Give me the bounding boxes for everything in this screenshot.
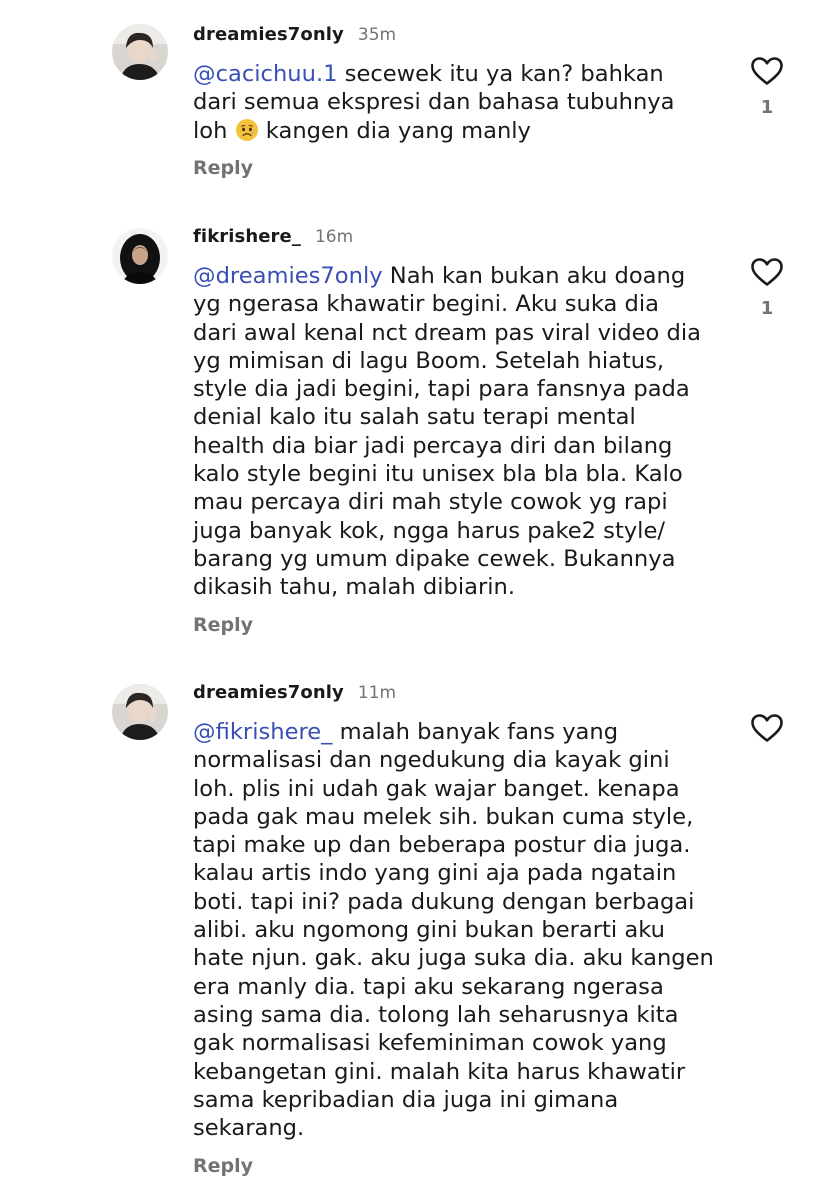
heart-outline-icon (751, 714, 783, 742)
comment-line: hate njun. gak. aku juga suka dia. aku k… (193, 945, 714, 972)
comment-line: sama kepribadian dia juga ini gimana (193, 1086, 619, 1113)
comment-text: @fikrishere_ malah banyak fans yang norm… (193, 718, 733, 1142)
avatar-photo-icon (112, 684, 168, 740)
comment-item: dreamies7only 11m @fikrishere_ malah ban… (0, 0, 824, 1199)
comment-line: tapi make up dan beberapa postur dia jug… (193, 832, 691, 859)
timestamp: 11m (357, 683, 397, 703)
comment-line: asing sama dia. tolong lah seharusnya ki… (193, 1001, 679, 1028)
comment-line: kebangetan gini. malah kita harus khawat… (193, 1058, 686, 1085)
comment-header: dreamies7only 11m (193, 682, 396, 706)
comment-line: malah banyak fans yang (332, 719, 619, 745)
comment-line: pada gak mau melek sih. bukan cuma style… (193, 803, 694, 830)
reply-button[interactable]: Reply (193, 1155, 253, 1177)
comment-line: alibi. aku ngomong gini bukan berarti ak… (193, 917, 665, 944)
comment-line: boti. tapi ini? pada dukung dengan berba… (193, 888, 695, 915)
comment-line: normalisasi dan ngedukung dia kayak gini (193, 747, 670, 774)
comment-line: kalau artis indo yang gini aja pada ngat… (193, 860, 677, 887)
comment-line: era manly dia. tapi aku sekarang ngerasa (193, 973, 664, 1000)
mention-link[interactable]: @fikrishere_ (193, 719, 332, 745)
like-button[interactable] (749, 713, 785, 743)
username[interactable]: dreamies7only (193, 682, 344, 703)
comment-line: sekarang. (193, 1115, 305, 1142)
avatar[interactable] (112, 684, 168, 740)
comment-line: gak normalisasi kefeminiman cowok yang (193, 1030, 667, 1057)
comment-line: loh. plis ini udah gak wajar banget. ken… (193, 775, 680, 802)
